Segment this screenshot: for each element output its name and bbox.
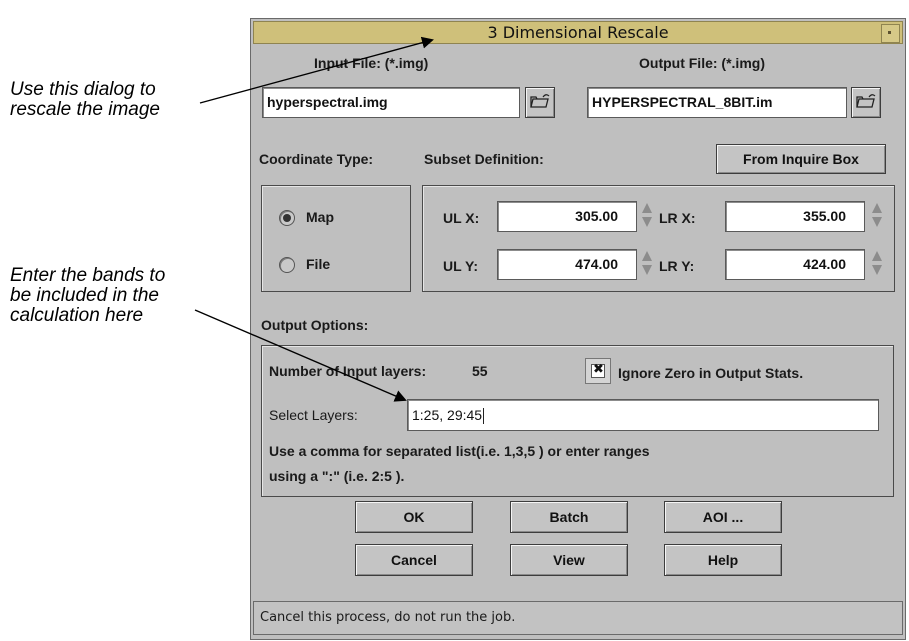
ulx-spinner[interactable] — [641, 201, 653, 231]
input-file-browse-button[interactable] — [525, 87, 555, 118]
from-inquire-box-button[interactable]: From Inquire Box — [716, 144, 886, 174]
subset-definition-label: Subset Definition: — [424, 151, 544, 167]
map-radio[interactable] — [279, 210, 295, 226]
subset-definition-group: UL X: 305.00 LR X: 355.00 UL Y: 474.00 L… — [422, 185, 895, 292]
select-layers-value: 1:25, 29:45 — [412, 407, 483, 423]
lrx-spinner[interactable] — [871, 201, 883, 231]
batch-button[interactable]: Batch — [510, 501, 628, 533]
input-file-field[interactable]: hyperspectral.img — [262, 87, 520, 118]
ulx-field[interactable]: 305.00 — [497, 201, 637, 232]
view-button[interactable]: View — [510, 544, 628, 576]
output-file-browse-button[interactable] — [851, 87, 881, 118]
text-cursor — [483, 408, 485, 425]
status-bar: Cancel this process, do not run the job. — [253, 601, 903, 635]
title-bar[interactable]: 3 Dimensional Rescale — [253, 21, 903, 44]
help-text-line2: using a ":" (i.e. 2:5 ). — [269, 468, 405, 484]
help-text-line1: Use a comma for separated list(i.e. 1,3,… — [269, 443, 650, 459]
input-file-label: Input File: (*.img) — [314, 55, 429, 71]
lrx-field[interactable]: 355.00 — [725, 201, 865, 232]
window-menu-icon[interactable] — [881, 24, 900, 43]
select-layers-field[interactable]: 1:25, 29:45 — [407, 399, 879, 431]
uly-spinner[interactable] — [641, 249, 653, 279]
file-radio-label: File — [306, 256, 331, 272]
annotation-dialog-line2: rescale the image — [10, 99, 160, 120]
cancel-button[interactable]: Cancel — [355, 544, 473, 576]
ignore-zero-checkbox[interactable] — [591, 362, 605, 378]
output-options-group: Number of Input layers: 55 Ignore Zero i… — [261, 345, 894, 497]
annotation-bands-line2: be included in the — [10, 285, 159, 306]
uly-label: UL Y: — [443, 258, 479, 274]
aoi-button[interactable]: AOI ... — [664, 501, 782, 533]
ignore-zero-checkbox-frame — [585, 358, 611, 384]
annotation-bands-line1: Enter the bands to — [10, 265, 166, 286]
output-file-field[interactable]: HYPERSPECTRAL_8BIT.im — [587, 87, 847, 118]
file-radio[interactable] — [279, 257, 295, 273]
folder-open-icon — [856, 94, 876, 108]
lry-label: LR Y: — [659, 258, 695, 274]
coordinate-type-group: Map File — [261, 185, 411, 292]
annotation-dialog-line1: Use this dialog to — [10, 79, 156, 100]
rescale-dialog: 3 Dimensional Rescale Input File: (*.img… — [250, 18, 906, 640]
ignore-zero-label: Ignore Zero in Output Stats. — [618, 365, 804, 381]
lry-field[interactable]: 424.00 — [725, 249, 865, 280]
lry-spinner[interactable] — [871, 249, 883, 279]
map-radio-label: Map — [306, 209, 334, 225]
dialog-title: 3 Dimensional Rescale — [487, 23, 669, 42]
annotation-bands-note: Enter the bands to be included in the ca… — [10, 266, 165, 326]
help-button[interactable]: Help — [664, 544, 782, 576]
lrx-label: LR X: — [659, 210, 696, 226]
coordinate-type-label: Coordinate Type: — [259, 151, 374, 167]
num-input-layers-value: 55 — [472, 363, 488, 379]
output-options-label: Output Options: — [261, 317, 369, 333]
select-layers-label: Select Layers: — [269, 407, 358, 423]
ulx-label: UL X: — [443, 210, 480, 226]
annotation-dialog-note: Use this dialog to rescale the image — [10, 80, 160, 120]
output-file-label: Output File: (*.img) — [639, 55, 765, 71]
ok-button[interactable]: OK — [355, 501, 473, 533]
annotation-bands-line3: calculation here — [10, 305, 144, 326]
uly-field[interactable]: 474.00 — [497, 249, 637, 280]
num-input-layers-label: Number of Input layers: — [269, 363, 427, 379]
folder-open-icon — [530, 94, 550, 108]
